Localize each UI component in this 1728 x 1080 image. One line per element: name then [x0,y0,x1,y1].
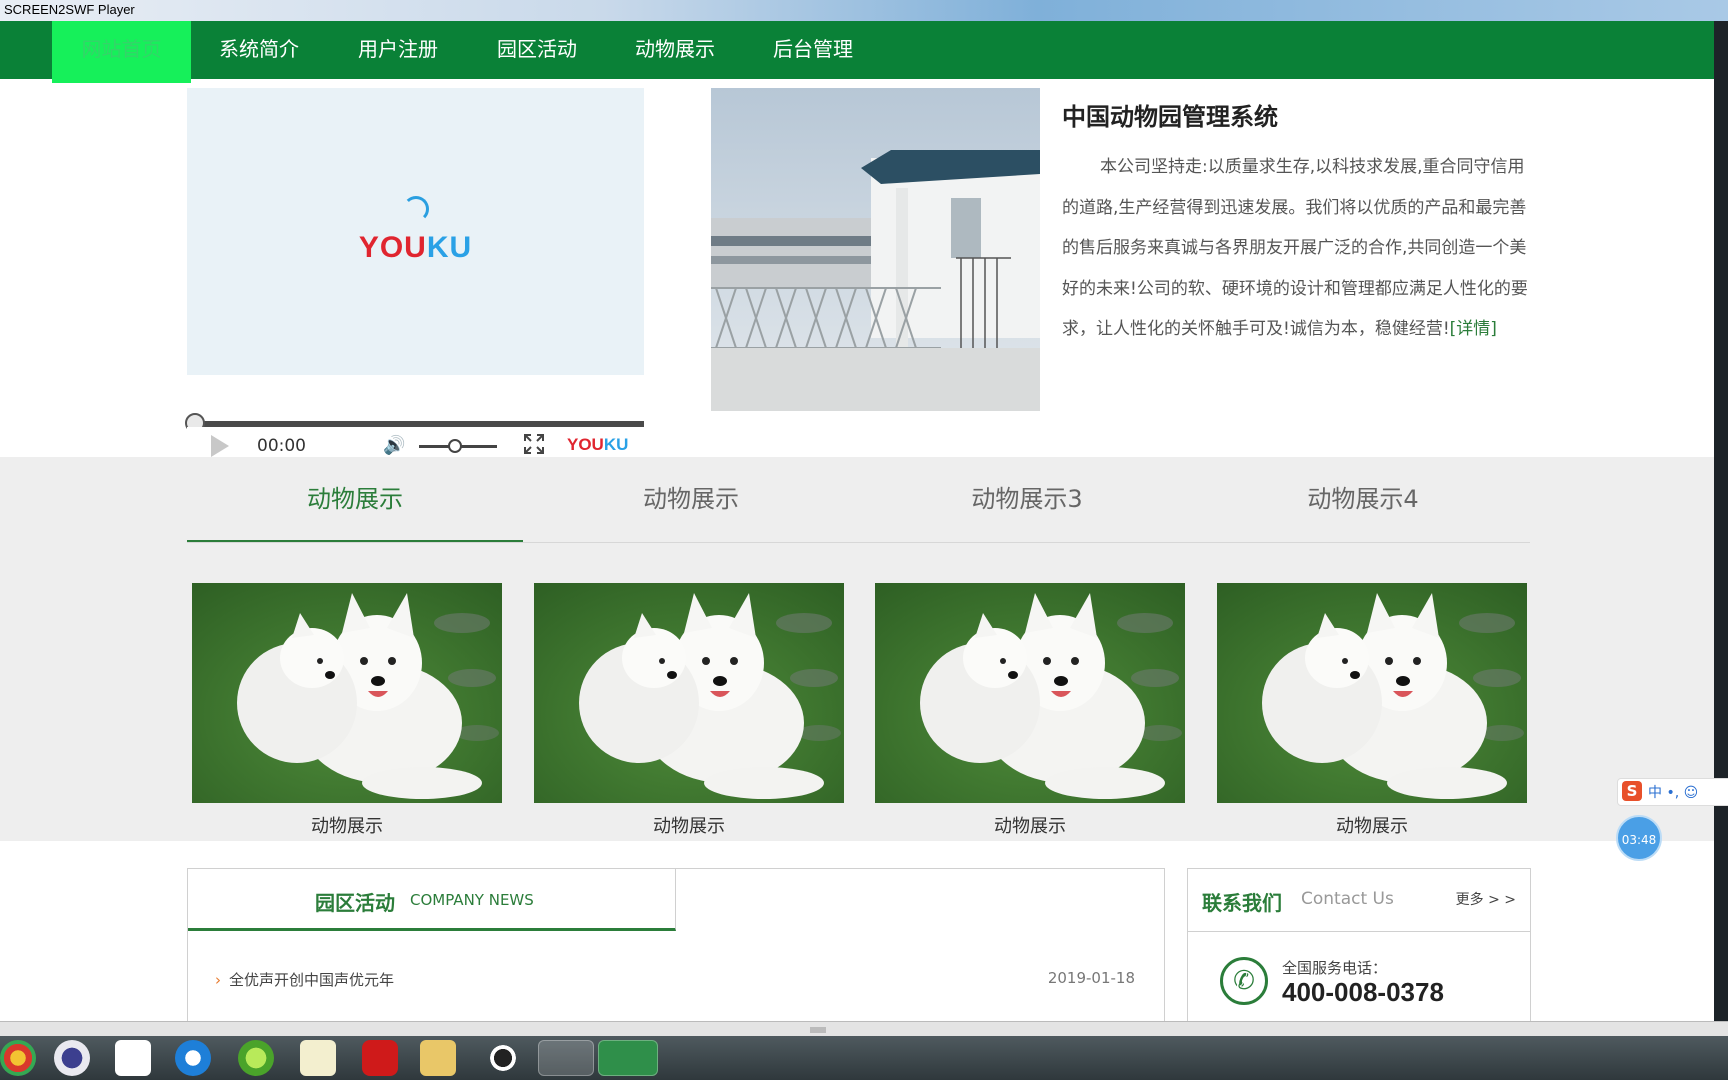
youku-small-logo[interactable]: YOUKU [567,435,628,455]
gallery-tab-1[interactable]: 动物展示 [187,457,523,543]
news-tab[interactable]: 园区活动 COMPANY NEWS [188,869,676,931]
system-tray[interactable] [1420,1048,1720,1068]
nav-item-activities[interactable]: 园区活动 [477,21,597,83]
volume-slider[interactable] [419,439,497,453]
contact-subtitle: Contact Us [1301,889,1394,909]
news-panel: 园区活动 COMPANY NEWS › 全优声开创中国声优元年 2019-01-1… [187,868,1165,1021]
video-time: 00:00 [257,436,306,456]
video-controls: 00:00 🔊 YOUKU [187,427,644,461]
contact-header: 联系我们 Contact Us 更多 > > [1188,869,1530,932]
animal-photo[interactable] [534,583,844,803]
arrow-icon: › [215,971,221,989]
news-title: 园区活动 [315,891,395,915]
qq-browser-icon[interactable] [175,1040,211,1076]
notepad-icon[interactable] [300,1040,336,1076]
window-titlebar: SCREEN2SWF Player [0,0,1728,21]
nav-item-register[interactable]: 用户注册 [338,21,458,83]
flash-icon[interactable] [362,1040,398,1076]
ime-mode-indicator[interactable]: 中 •, ☺ [1648,782,1698,802]
phone-icon: ✆ [1220,957,1268,1005]
news-item-date: 2019-01-18 [1047,969,1135,987]
service-phone-number: 400-008-0378 [1282,977,1444,1007]
ime-toolbar[interactable]: S 中 •, ☺ [1617,778,1728,806]
contact-title: 联系我们 [1202,891,1282,915]
scrollbar-thumb[interactable] [810,1027,826,1033]
animal-caption[interactable]: 动物展示 [192,812,502,838]
tab-divider [187,542,1530,543]
animal-gallery-section: 动物展示 动物展示 动物展示3 动物展示4 动物展示 动物展示 动物展示 动物展… [0,457,1714,841]
cloud-drive-icon[interactable] [115,1040,151,1076]
wifi-assistant-icon[interactable] [238,1040,274,1076]
loading-spinner-icon [403,196,429,222]
service-phone-label: 全国服务电话： [1282,959,1388,977]
intro-text: 本公司坚持走:以质量求生存,以科技求发展,重合同守信用的道路,生产经营得到迅速发… [1062,147,1532,350]
animal-caption[interactable]: 动物展示 [534,812,844,838]
screen2swf-icon[interactable] [598,1040,658,1076]
nav-item-animals[interactable]: 动物展示 [615,21,735,83]
animal-caption[interactable]: 动物展示 [875,812,1185,838]
volume-knob[interactable] [447,439,462,453]
play-icon[interactable] [211,435,229,457]
gallery-tab-2[interactable]: 动物展示 [523,457,859,543]
animal-photo[interactable] [875,583,1185,803]
contact-panel: 联系我们 Contact Us 更多 > > ✆ 全国服务电话： 400-008… [1187,868,1531,1021]
volume-icon[interactable]: 🔊 [383,435,405,456]
intro-title: 中国动物园管理系统 [1062,103,1278,131]
page-viewport: 网站首页 系统简介 用户注册 园区活动 动物展示 后台管理 YOUKU 00:0… [0,21,1714,1021]
gallery-tab-4[interactable]: 动物展示4 [1195,457,1531,543]
nav-item-admin[interactable]: 后台管理 [753,21,873,83]
wechat-icon[interactable] [538,1040,594,1076]
file-explorer-icon[interactable] [420,1040,456,1076]
news-subtitle: COMPANY NEWS [410,891,534,909]
horizontal-scrollbar[interactable] [0,1021,1728,1037]
vertical-scrollbar[interactable] [1714,21,1728,1021]
animal-photo[interactable] [1217,583,1527,803]
company-building-photo [711,88,1040,411]
details-link[interactable]: [详情] [1450,319,1497,339]
main-nav: 网站首页 系统简介 用户注册 园区活动 动物展示 后台管理 [0,21,1714,83]
video-player[interactable]: YOUKU 00:00 🔊 YOUKU [185,88,644,461]
animal-photo[interactable] [192,583,502,803]
intro-body-text: 本公司坚持走:以质量求生存,以科技求发展,重合同守信用的道路,生产经营得到迅速发… [1062,157,1528,339]
gallery-tab-3[interactable]: 动物展示3 [859,457,1195,543]
nav-item-home[interactable]: 网站首页 [52,21,191,83]
fullscreen-icon[interactable] [523,433,545,455]
chrome-icon[interactable] [0,1040,36,1076]
nav-item-about[interactable]: 系统简介 [199,21,319,83]
animal-caption[interactable]: 动物展示 [1217,812,1527,838]
recording-timer[interactable]: 03:48 [1616,815,1662,861]
qq-icon[interactable] [485,1040,521,1076]
eclipse-icon[interactable] [54,1040,90,1076]
sogou-ime-icon[interactable]: S [1622,781,1642,801]
taskbar [0,1036,1728,1080]
news-item[interactable]: › 全优声开创中国声优元年 2019-01-18 [215,969,1135,990]
news-item-title[interactable]: 全优声开创中国声优元年 [229,971,394,989]
more-link[interactable]: 更多 > > [1456,889,1516,909]
window-title: SCREEN2SWF Player [4,2,135,17]
youku-logo: YOUKU [358,231,473,264]
